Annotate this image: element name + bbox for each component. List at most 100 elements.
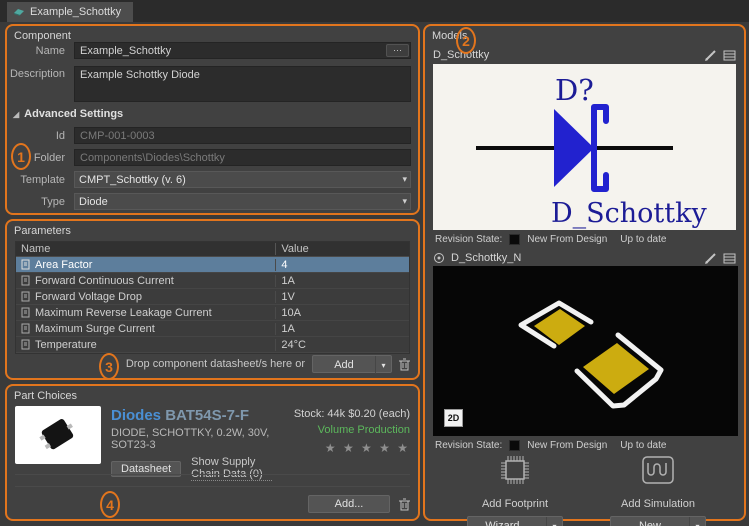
parameter-icon: [21, 339, 30, 350]
menu-icon: [723, 50, 736, 61]
new-button-label: New: [611, 517, 689, 526]
revision-state-value: New From Design: [527, 234, 607, 245]
chevron-down-icon[interactable]: ▾: [689, 517, 705, 526]
parameter-name: Maximum Surge Current: [35, 323, 155, 335]
chevron-down-icon[interactable]: ▾: [546, 517, 562, 526]
parameters-panel-title: Parameters: [14, 225, 71, 237]
template-value: CMPT_Schottky (v. 6): [79, 174, 186, 186]
view-mode-badge[interactable]: 2D: [444, 409, 463, 427]
schematic-symbol-preview[interactable]: D? D_Schottky: [433, 64, 736, 230]
name-more-button[interactable]: ···: [386, 44, 409, 57]
annotation-circle-3: 3: [99, 353, 119, 380]
description-input[interactable]: Example Schottky Diode: [74, 66, 411, 102]
annotation-circle-4: 4: [100, 491, 120, 518]
part-number: BAT54S-7-F: [165, 407, 249, 424]
type-label: Type: [7, 196, 65, 208]
add-simulation-label: Add Simulation: [583, 498, 733, 510]
symbol-model-name: D_Schottky: [433, 49, 698, 61]
table-row[interactable]: Maximum Reverse Leakage Current 10A: [16, 305, 409, 321]
chevron-down-icon: ▾: [402, 174, 407, 185]
row-divider: [15, 486, 410, 487]
waveform-icon: [640, 452, 676, 488]
table-row[interactable]: Area Factor 4: [16, 257, 409, 273]
chip-icon: [497, 452, 533, 488]
component-editor-window: Example_Schottky Component Name ··· Desc…: [0, 0, 749, 526]
add-parameter-label: Add: [313, 356, 375, 374]
type-select[interactable]: Diode ▾: [74, 193, 411, 210]
column-value: Value: [281, 243, 308, 255]
lifecycle-status: Volume Production: [282, 424, 410, 436]
add-parameter-button[interactable]: Add ▾: [312, 355, 392, 373]
edit-symbol-button[interactable]: [704, 49, 717, 62]
revision-state-swatch: [509, 234, 520, 245]
template-label: Template: [7, 174, 65, 186]
footprint-wizard-button[interactable]: Wizard... ▾: [467, 516, 563, 526]
parameter-name: Forward Voltage Drop: [35, 291, 142, 303]
revision-status: Up to date: [620, 234, 666, 245]
footprint-preview[interactable]: 2D: [433, 266, 736, 436]
chevron-down-icon: ▾: [402, 196, 407, 207]
parameter-icon: [21, 291, 30, 302]
parameter-value: 1A: [275, 275, 409, 287]
id-input: [74, 127, 411, 144]
table-row[interactable]: Temperature 24°C: [16, 337, 409, 353]
symbol-menu-button[interactable]: [723, 50, 736, 61]
parameter-icon: [21, 275, 30, 286]
parameter-value: 4: [275, 259, 409, 271]
document-tab-label: Example_Schottky: [30, 6, 121, 18]
part-description: DIODE, SCHOTTKY, 0.2W, 30V, SOT23-3: [111, 427, 272, 451]
add-footprint-label: Add Footprint: [440, 498, 590, 510]
template-select[interactable]: CMPT_Schottky (v. 6) ▾: [74, 171, 411, 188]
add-part-choice-button[interactable]: Add...: [308, 495, 390, 513]
parameter-value: 1V: [275, 291, 409, 303]
document-tab[interactable]: Example_Schottky: [7, 2, 133, 22]
advanced-settings-label: Advanced Settings: [24, 108, 123, 120]
models-panel: Models D_Schottky: [423, 24, 746, 521]
part-choices-panel: Part Choices Diodes BAT54S-7-F DIOD: [5, 384, 420, 521]
trash-icon: [399, 498, 410, 511]
revision-state-label: Revision State:: [435, 440, 502, 451]
table-row[interactable]: Forward Continuous Current 1A: [16, 273, 409, 289]
table-row[interactable]: Forward Voltage Drop 1V: [16, 289, 409, 305]
pencil-icon: [704, 252, 717, 265]
drop-datasheet-hint: Drop component datasheet/s here or: [126, 358, 305, 370]
parameter-icon: [21, 259, 30, 270]
parameter-name: Maximum Reverse Leakage Current: [35, 307, 212, 319]
crosshair-icon: [433, 252, 445, 264]
parameters-table-header[interactable]: Name Value: [16, 242, 409, 257]
name-input[interactable]: [74, 42, 411, 59]
parameter-value: 10A: [275, 307, 409, 319]
annotation-circle-2: 2: [456, 27, 476, 54]
wizard-button-label: Wizard...: [468, 517, 546, 526]
menu-icon: [723, 253, 736, 264]
chevron-down-icon[interactable]: ▾: [375, 356, 391, 374]
advanced-settings-header[interactable]: ◢ Advanced Settings: [13, 108, 123, 120]
description-label: Description: [7, 68, 65, 80]
document-tab-bar: Example_Schottky: [0, 0, 749, 22]
symbol-designator: D?: [555, 73, 594, 107]
parameter-name: Temperature: [35, 339, 97, 351]
star-rating[interactable]: ★ ★ ★ ★ ★: [282, 441, 410, 455]
edit-footprint-button[interactable]: [704, 252, 717, 265]
delete-parameter-button[interactable]: [399, 358, 410, 371]
stock-info: Stock: 44k $0.20 (each): [282, 408, 410, 420]
part-choice-item[interactable]: Diodes BAT54S-7-F DIODE, SCHOTTKY, 0.2W,…: [15, 406, 410, 468]
parameter-name: Area Factor: [35, 259, 92, 271]
collapse-arrow-icon: ◢: [13, 110, 19, 119]
annotation-circle-1: 1: [11, 143, 31, 170]
column-name: Name: [21, 243, 50, 255]
parameter-icon: [21, 323, 30, 334]
part-photo: [15, 406, 101, 464]
revision-state-swatch: [509, 440, 520, 451]
part-manufacturer: Diodes: [111, 407, 161, 424]
footprint-menu-button[interactable]: [723, 253, 736, 264]
parameter-icon: [21, 307, 30, 318]
delete-part-choice-button[interactable]: [399, 498, 410, 511]
supply-chain-link[interactable]: Show Supply Chain Data (0): [191, 456, 272, 481]
folder-input: [74, 149, 411, 166]
row-divider: [15, 474, 410, 475]
table-row[interactable]: Maximum Surge Current 1A: [16, 321, 409, 337]
footprint-model-name: D_Schottky_N: [451, 252, 698, 264]
simulation-new-button[interactable]: New ▾: [610, 516, 706, 526]
revision-state-value: New From Design: [527, 440, 607, 451]
